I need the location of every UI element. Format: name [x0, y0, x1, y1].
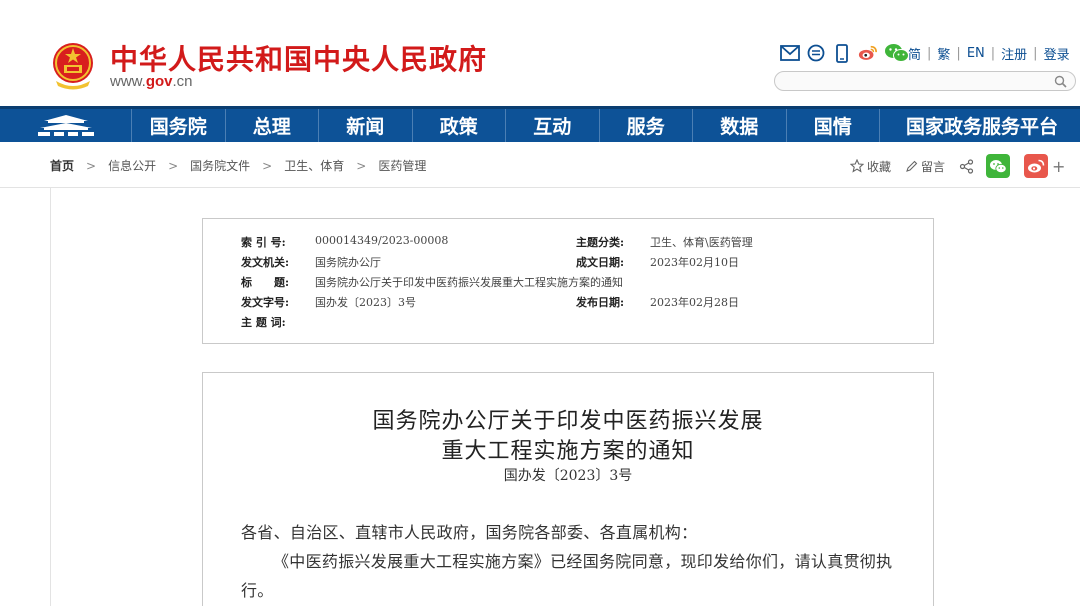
nav-item-state-council[interactable]: 国务院 [132, 109, 226, 142]
header-links: 简 | 繁 | EN | 注册 | 登录 [908, 44, 1070, 63]
star-icon [850, 159, 864, 173]
document-body: 国务院办公厅关于印发中医药振兴发展 重大工程实施方案的通知 国办发〔2023〕3… [202, 372, 934, 606]
meta-docno-value: 国办发〔2023〕3号 [315, 296, 416, 309]
share-icon [959, 158, 974, 174]
document-title-line-1: 国务院办公厅关于印发中医药振兴发展 [372, 409, 764, 434]
english-link[interactable]: EN [967, 46, 985, 61]
document-body-line-2: 行。 [241, 581, 274, 600]
tiananmen-icon [37, 114, 94, 136]
weibo-icon[interactable] [858, 43, 878, 63]
meta-index-value: 000014349/2023-00008 [315, 234, 449, 247]
favorite-button[interactable]: 收藏 [850, 158, 891, 175]
breadcrumb-home[interactable]: 首页 [50, 157, 74, 174]
share-tools: 收藏 留言 + [850, 154, 1065, 178]
meta-row-title: 标 题: 国务院办公厅关于印发中医药振兴发展重大工程实施方案的通知 [203, 274, 933, 292]
header-tool-icons [780, 43, 910, 63]
meta-published-value: 2023年02月28日 [650, 296, 739, 309]
breadcrumb-state-council-docs[interactable]: 国务院文件 [190, 157, 250, 174]
meta-created-label: 成文日期: [576, 256, 625, 269]
mobile-icon[interactable] [832, 43, 852, 63]
wechat-share-button[interactable] [986, 154, 1011, 178]
site-url-prefix: www. [110, 73, 146, 90]
document-title-line-2: 重大工程实施方案的通知 [441, 439, 695, 464]
meta-title-value: 国务院办公厅关于印发中医药振兴发展重大工程实施方案的通知 [315, 276, 623, 289]
nav-item-premier[interactable]: 总理 [226, 109, 319, 142]
chat-bubble-icon[interactable] [806, 43, 826, 63]
nav-item-services[interactable]: 服务 [600, 109, 693, 142]
nav-home-logo[interactable] [0, 109, 132, 142]
meta-row-keywords: 主 题 词: [203, 314, 933, 332]
chevron-right-icon: > [356, 158, 367, 173]
search-input[interactable] [785, 73, 1045, 89]
chevron-right-icon: > [262, 158, 273, 173]
meta-category-label: 主题分类: [576, 236, 625, 249]
meta-category-value: 卫生、体育\医药管理 [650, 236, 753, 249]
meta-index-label: 索 引 号: [241, 236, 286, 249]
comment-label: 留言 [921, 159, 946, 174]
traditional-chinese-link[interactable]: 繁 [937, 44, 950, 63]
weibo-share-button[interactable] [1024, 154, 1049, 178]
site-url-suffix: .cn [172, 73, 193, 90]
document-metadata-table: 索 引 号: 000014349/2023-00008 主题分类: 卫生、体育\… [202, 218, 934, 344]
link-separator: | [1033, 46, 1038, 61]
mail-icon[interactable] [780, 43, 800, 63]
wechat-icon[interactable] [884, 43, 910, 63]
weibo-icon [1028, 159, 1045, 172]
meta-row-docno: 发文字号: 国办发〔2023〕3号 发布日期: 2023年02月28日 [203, 294, 933, 312]
favorite-label: 收藏 [867, 159, 892, 174]
document-number: 国办发〔2023〕3号 [503, 468, 633, 484]
login-link[interactable]: 登录 [1044, 44, 1070, 63]
nav-item-policy[interactable]: 政策 [413, 109, 506, 142]
chevron-right-icon: > [168, 158, 179, 173]
link-separator: | [956, 46, 961, 61]
nav-item-news[interactable]: 新闻 [319, 109, 413, 142]
nav-item-data[interactable]: 数据 [693, 109, 787, 142]
breadcrumb-row: 首页 > 信息公开 > 国务院文件 > 卫生、体育 > 医药管理 收藏 留言 + [0, 142, 1080, 188]
nav-item-gov-service-platform[interactable]: 国家政务服务平台 [880, 109, 1070, 142]
more-share-icon[interactable]: + [1052, 157, 1065, 176]
comment-button[interactable]: 留言 [905, 158, 945, 175]
search-box [774, 71, 1076, 91]
breadcrumb-medicine-management[interactable]: 医药管理 [378, 157, 426, 174]
pencil-icon [906, 160, 918, 172]
national-emblem-icon[interactable] [50, 41, 96, 91]
meta-docno-label: 发文字号: [241, 296, 290, 309]
link-separator: | [990, 46, 996, 61]
nav-item-national-info[interactable]: 国情 [787, 109, 880, 142]
site-url[interactable]: www.gov.cn [110, 73, 193, 90]
meta-row-issuer: 发文机关: 国务院办公厅 成文日期: 2023年02月10日 [203, 254, 933, 272]
link-separator: | [927, 46, 932, 61]
search-icon[interactable] [1054, 75, 1067, 88]
wechat-icon [990, 159, 1007, 173]
main-nav: 国务院 总理 新闻 政策 互动 服务 数据 国情 国家政务服务平台 [0, 106, 1080, 142]
document-body-line-1: 《中医药振兴发展重大工程实施方案》已经国务院同意，现印发给你们，请认真贯彻执 [273, 552, 893, 571]
breadcrumb-health-sports[interactable]: 卫生、体育 [284, 157, 344, 174]
breadcrumb-info-disclosure[interactable]: 信息公开 [108, 157, 156, 174]
meta-published-label: 发布日期: [576, 296, 625, 309]
nav-item-interaction[interactable]: 互动 [506, 109, 600, 142]
meta-issuer-label: 发文机关: [241, 256, 290, 269]
chevron-right-icon: > [86, 158, 97, 173]
meta-keywords-label: 主 题 词: [241, 316, 286, 329]
site-title[interactable]: 中华人民共和国中央人民政府 [110, 38, 487, 78]
site-header: 中华人民共和国中央人民政府 www.gov.cn 简 | 繁 | EN | 注册… [0, 0, 1080, 106]
share-button[interactable] [959, 158, 974, 174]
register-link[interactable]: 注册 [1001, 44, 1027, 63]
meta-row-index: 索 引 号: 000014349/2023-00008 主题分类: 卫生、体育\… [203, 234, 933, 252]
meta-issuer-value: 国务院办公厅 [315, 256, 381, 269]
simplified-chinese-link[interactable]: 简 [908, 44, 921, 63]
site-url-gov: gov [145, 73, 173, 90]
meta-created-value: 2023年02月10日 [650, 256, 739, 269]
document-salutation: 各省、自治区、直辖市人民政府，国务院各部委、各直属机构： [241, 523, 698, 542]
breadcrumb: 首页 > 信息公开 > 国务院文件 > 卫生、体育 > 医药管理 [50, 157, 426, 174]
meta-title-label: 标 题: [241, 276, 290, 289]
